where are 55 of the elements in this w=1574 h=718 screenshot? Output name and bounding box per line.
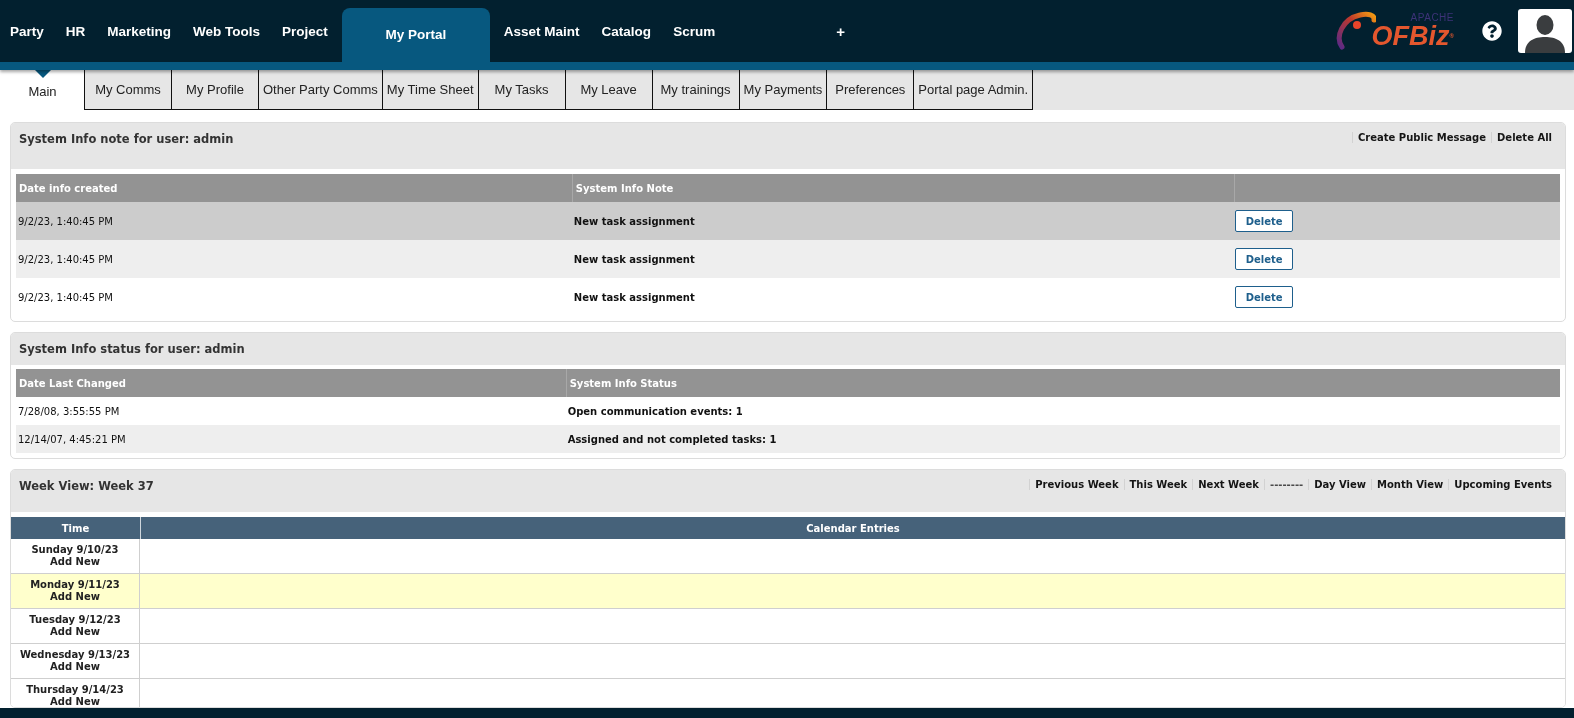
day-label: Tuesday 9/12/23 — [29, 614, 121, 626]
help-icon[interactable] — [1482, 21, 1502, 41]
header-link[interactable]: Create Public Message — [1358, 132, 1487, 143]
tab[interactable]: Portal page Admin. — [913, 70, 1034, 110]
nav-item[interactable]: Scrum — [662, 0, 727, 62]
day-label: Wednesday 9/13/23 — [19, 649, 131, 661]
table-cell-text: 12/14/07, 4:45:21 PM — [17, 432, 127, 447]
header-link[interactable]: Previous Week — [1035, 479, 1119, 490]
delete-button[interactable]: Delete — [1235, 248, 1294, 270]
user-avatar-icon[interactable] — [1518, 9, 1572, 53]
logo-name: OFBiz$^{®}$ — [1371, 23, 1454, 50]
table-cell-text: Open communication events: 1 — [566, 404, 744, 419]
nav-item[interactable]: Web Tools — [182, 0, 272, 62]
table-cell-text: 9/2/23, 1:40:45 PM — [17, 214, 114, 229]
panel-title: System Info note for user: admin — [19, 132, 234, 146]
header-link[interactable]: This Week — [1129, 479, 1188, 490]
add-new-link[interactable]: Add New — [50, 591, 100, 603]
table-cell-text: 7/28/08, 3:55:55 PM — [17, 404, 121, 419]
table-cell-text: New task assignment — [572, 290, 696, 305]
table-cell-text: 9/2/23, 1:40:45 PM — [17, 290, 114, 305]
header-link[interactable]: Month View — [1377, 479, 1444, 490]
add-new-link[interactable]: Add New — [50, 556, 100, 568]
column-header: Time — [60, 521, 91, 536]
logo-small-text: APACHE — [1410, 12, 1454, 23]
panel-title: System Info status for user: admin — [19, 342, 245, 356]
header-link[interactable]: Delete All — [1497, 132, 1552, 143]
panel-title: Week View: Week 37 — [19, 479, 154, 493]
tab[interactable]: Main — [0, 70, 85, 110]
day-label: Sunday 9/10/23 — [31, 544, 119, 556]
add-new-link[interactable]: Add New — [50, 696, 100, 707]
table-cell-text: New task assignment — [572, 214, 696, 229]
nav-item[interactable]: Marketing — [96, 0, 183, 62]
nav-item[interactable]: Project — [271, 0, 339, 62]
column-header: Date info created — [18, 181, 119, 196]
header-link[interactable]: Upcoming Events — [1454, 479, 1552, 490]
separator-text: -------- — [1270, 479, 1304, 490]
day-label: Monday 9/11/23 — [30, 579, 120, 591]
nav-item[interactable]: Catalog — [590, 0, 663, 62]
add-new-link[interactable]: Add New — [50, 626, 100, 638]
table-cell-text: 9/2/23, 1:40:45 PM — [17, 252, 114, 267]
column-header: Date Last Changed — [18, 376, 127, 391]
add-new-link[interactable]: Add New — [50, 661, 100, 673]
nav-item[interactable]: My Portal — [341, 8, 490, 62]
add-tab-link[interactable]: + — [824, 0, 857, 62]
header-link[interactable]: Day View — [1314, 479, 1366, 490]
nav-item[interactable]: HR — [54, 0, 97, 62]
tab[interactable]: My Comms — [84, 70, 172, 110]
delete-button[interactable]: Delete — [1235, 210, 1294, 232]
nav-item[interactable]: Asset Maint — [492, 0, 591, 62]
header-link[interactable]: Next Week — [1198, 479, 1259, 490]
day-label: Thursday 9/14/23 — [26, 684, 124, 696]
table-cell-text: New task assignment — [572, 252, 696, 267]
table-cell-text: Assigned and not completed tasks: 1 — [566, 432, 778, 447]
delete-button[interactable]: Delete — [1235, 286, 1294, 308]
nav-item[interactable]: Party — [0, 0, 55, 62]
